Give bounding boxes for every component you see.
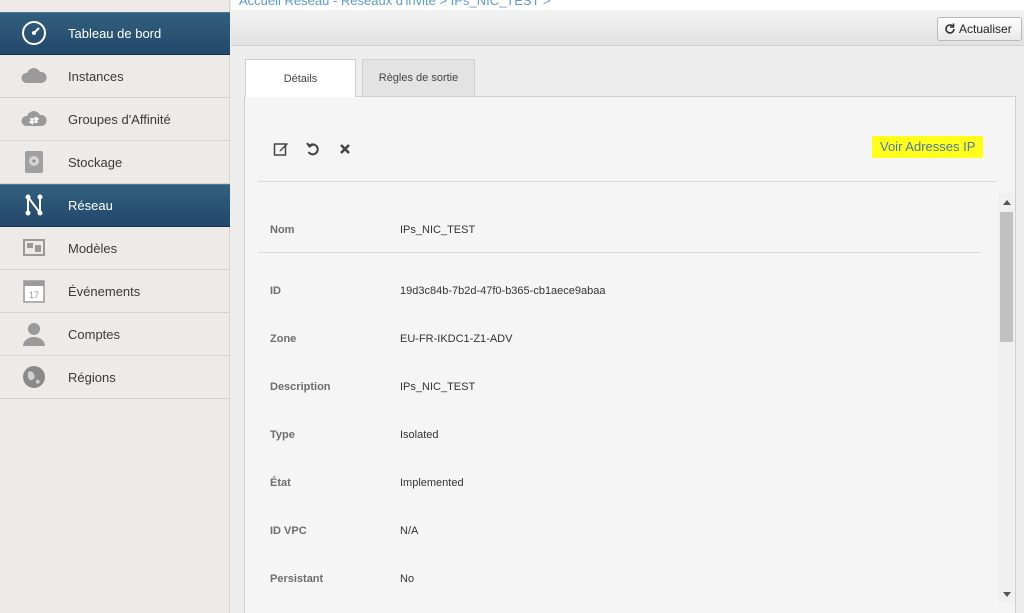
detail-row-state: État Implemented bbox=[258, 474, 980, 494]
toolbar: Actualiser bbox=[231, 10, 1024, 46]
detail-value: IPs_NIC_TEST bbox=[400, 224, 476, 236]
dashboard-icon bbox=[22, 21, 46, 45]
sidebar: Tableau de bord Instances Groupes d'Affi… bbox=[0, 0, 230, 613]
detail-key: Type bbox=[270, 429, 295, 441]
detail-key: Persistant bbox=[270, 573, 324, 585]
detail-key: Zone bbox=[270, 333, 297, 345]
sidebar-item-storage[interactable]: Stockage bbox=[0, 141, 230, 184]
scroll-down-button[interactable] bbox=[998, 586, 1015, 603]
cloud-icon bbox=[21, 68, 47, 83]
vertical-scrollbar[interactable] bbox=[998, 193, 1015, 603]
disk-icon bbox=[25, 151, 43, 173]
templates-icon bbox=[23, 239, 45, 256]
chevron-up-icon bbox=[1002, 199, 1011, 205]
edit-icon bbox=[273, 143, 288, 156]
detail-value: EU-FR-IKDC1-Z1-ADV bbox=[400, 333, 513, 345]
detail-value: No bbox=[400, 573, 415, 585]
detail-value: Isolated bbox=[400, 429, 439, 441]
close-icon bbox=[340, 144, 350, 154]
scroll-up-button[interactable] bbox=[998, 193, 1015, 210]
breadcrumb: Accueil Réseau - Réseaux d'invité > IPs_… bbox=[231, 0, 1024, 10]
sidebar-item-network[interactable]: Réseau bbox=[0, 184, 230, 227]
sidebar-item-dashboard[interactable]: Tableau de bord bbox=[0, 12, 230, 55]
breadcrumb-text[interactable]: Accueil Réseau - Réseaux d'invité > IPs_… bbox=[239, 0, 551, 8]
calendar-icon: 17 bbox=[23, 280, 45, 303]
sidebar-item-affinity-groups[interactable]: Groupes d'Affinité bbox=[0, 98, 230, 141]
detail-key: ID VPC bbox=[270, 525, 307, 537]
sidebar-item-label: Modèles bbox=[68, 241, 118, 256]
detail-key: Description bbox=[270, 381, 331, 393]
detail-key: ID bbox=[270, 285, 281, 297]
sidebar-item-instances[interactable]: Instances bbox=[0, 55, 230, 98]
sidebar-item-templates[interactable]: Modèles bbox=[0, 227, 230, 270]
sidebar-item-label: Réseau bbox=[68, 198, 113, 213]
detail-key: Nom bbox=[270, 224, 295, 236]
detail-row-persistent: Persistant No bbox=[258, 570, 980, 590]
sidebar-item-label: Groupes d'Affinité bbox=[68, 112, 171, 127]
view-ip-addresses-link[interactable]: Voir Adresses IP bbox=[872, 136, 984, 158]
sidebar-item-label: Tableau de bord bbox=[68, 26, 162, 41]
detail-value: N/A bbox=[400, 525, 419, 537]
restart-icon bbox=[306, 142, 319, 156]
action-bar bbox=[270, 140, 356, 158]
detail-value: Implemented bbox=[400, 477, 464, 489]
detail-row-type: Type Isolated bbox=[258, 426, 980, 446]
sidebar-item-label: Instances bbox=[68, 69, 124, 84]
tab-egress-rules[interactable]: Règles de sortie bbox=[362, 59, 475, 96]
sidebar-item-events[interactable]: 17 Événements bbox=[0, 270, 230, 313]
detail-value: 19d3c84b-7b2d-47f0-b365-cb1aece9abaa bbox=[400, 285, 606, 297]
details-list: Nom IPs_NIC_TEST ID 19d3c84b-7b2d-47f0-b… bbox=[258, 193, 1016, 603]
detail-row-name: Nom IPs_NIC_TEST bbox=[258, 221, 980, 241]
detail-row-vpc-id: ID VPC N/A bbox=[258, 522, 980, 542]
divider bbox=[258, 252, 980, 253]
globe-icon bbox=[23, 366, 45, 388]
refresh-icon bbox=[945, 23, 955, 34]
scroll-thumb[interactable] bbox=[1000, 212, 1013, 342]
chevron-down-icon bbox=[1002, 591, 1011, 597]
restart-button[interactable] bbox=[302, 140, 324, 158]
sidebar-item-label: Stockage bbox=[68, 155, 123, 170]
detail-key: État bbox=[270, 477, 291, 489]
calendar-day-label: 17 bbox=[29, 290, 39, 300]
sidebar-item-regions[interactable]: Régions bbox=[0, 356, 230, 399]
edit-button[interactable] bbox=[270, 140, 292, 158]
refresh-button[interactable]: Actualiser bbox=[937, 17, 1022, 41]
sidebar-item-label: Régions bbox=[68, 370, 116, 385]
detail-row-zone: Zone EU-FR-IKDC1-Z1-ADV bbox=[258, 330, 980, 350]
detail-value: IPs_NIC_TEST bbox=[400, 381, 476, 393]
sidebar-item-label: Événements bbox=[68, 284, 141, 299]
user-icon bbox=[23, 323, 45, 346]
detail-row-description: Description IPs_NIC_TEST bbox=[258, 378, 980, 398]
divider bbox=[258, 181, 996, 182]
sidebar-item-label: Comptes bbox=[68, 327, 121, 342]
network-icon bbox=[25, 194, 43, 216]
refresh-label: Actualiser bbox=[959, 22, 1012, 36]
affinity-cloud-icon bbox=[21, 111, 47, 126]
delete-button[interactable] bbox=[334, 140, 356, 158]
sidebar-item-accounts[interactable]: Comptes bbox=[0, 313, 230, 356]
tab-details[interactable]: Détails bbox=[245, 59, 356, 97]
detail-row-id: ID 19d3c84b-7b2d-47f0-b365-cb1aece9abaa bbox=[258, 282, 980, 302]
